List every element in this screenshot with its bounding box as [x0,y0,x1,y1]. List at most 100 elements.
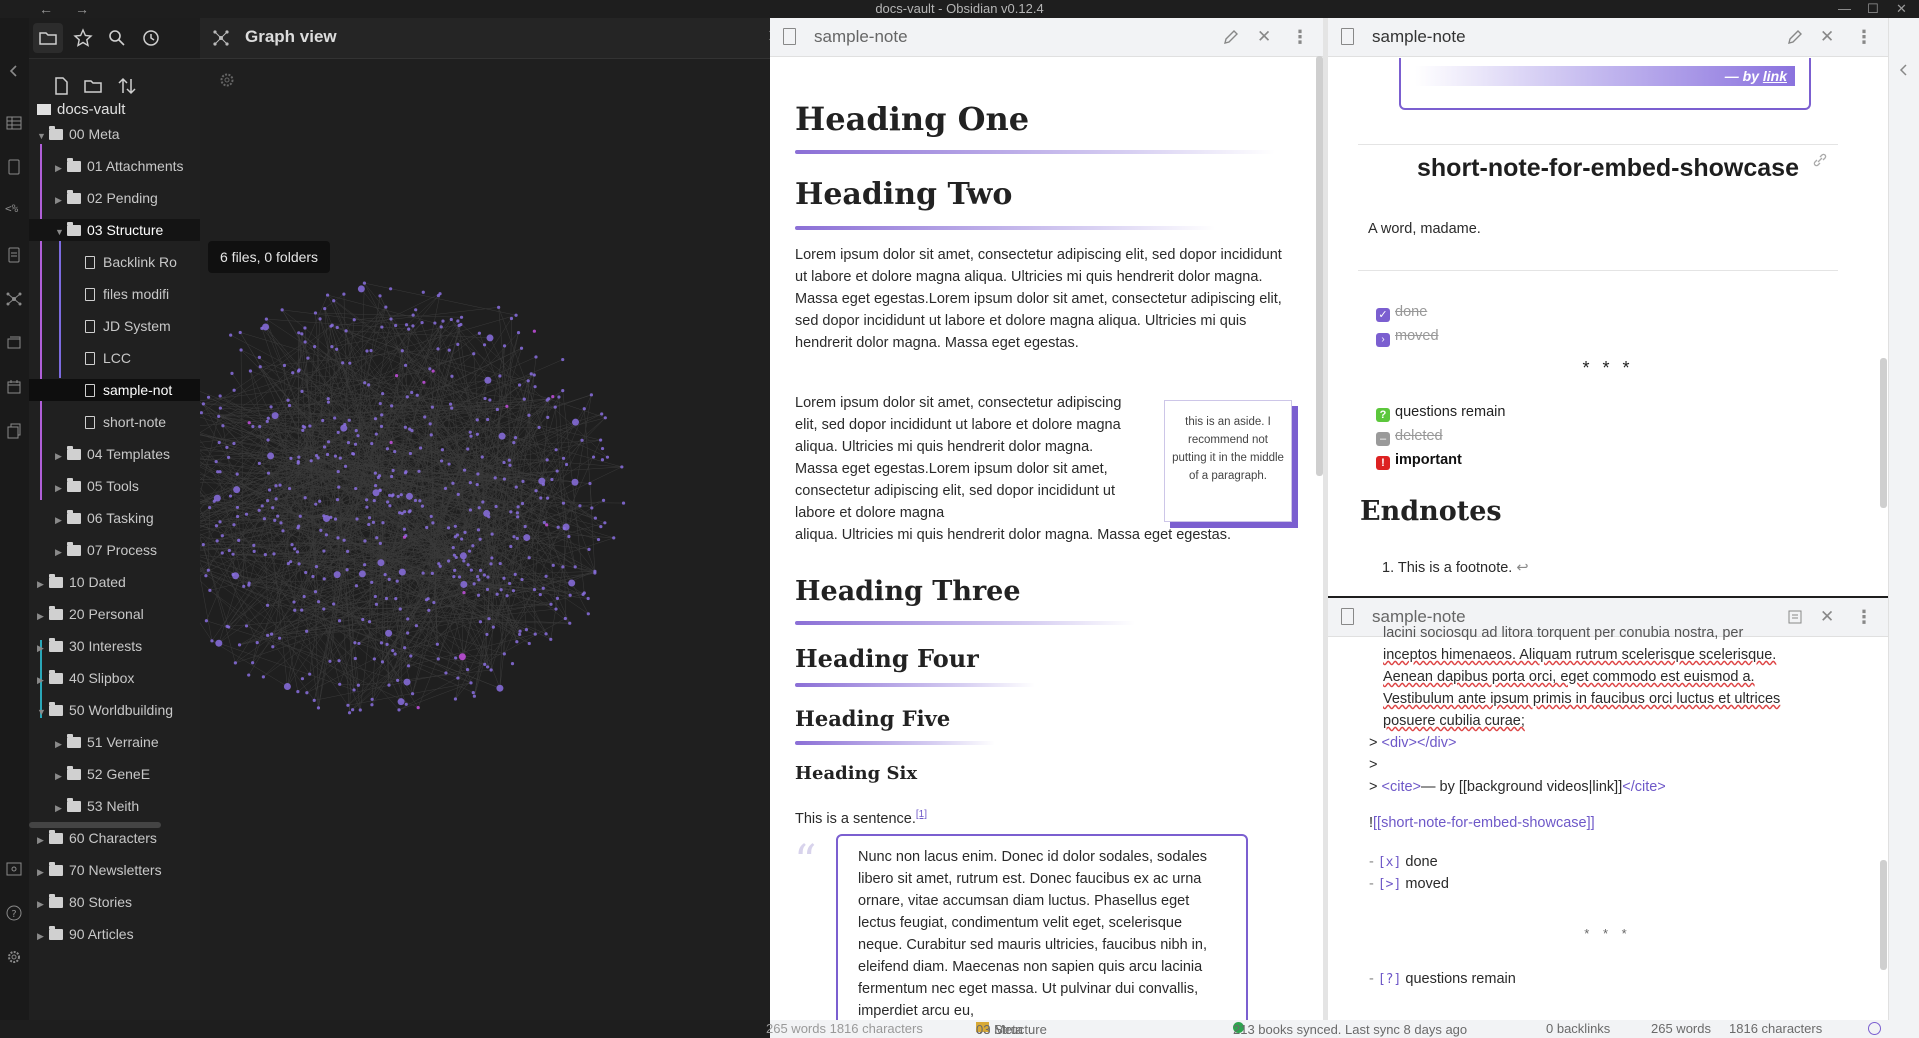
search-icon[interactable] [107,28,127,48]
tree-folder[interactable]: ▶ 70 Newsletters [29,859,200,881]
pane-divider[interactable] [1323,18,1328,1020]
new-note-icon[interactable] [51,76,71,96]
footnote-ref-link[interactable]: [1] [916,809,927,820]
chevron-right-icon[interactable]: ▶ [55,157,67,177]
cite-link[interactable]: link [1763,68,1787,84]
checkbox-question-icon[interactable]: ? [1376,408,1390,422]
minimize-icon[interactable]: — [1838,0,1851,18]
chevron-right-icon[interactable]: ▶ [37,925,49,945]
new-folder-icon[interactable] [83,76,103,96]
source-blank-quote[interactable]: > [1369,754,1377,776]
reading-view-icon[interactable] [1786,608,1804,626]
backlinks-count[interactable]: 0 backlinks [1546,1021,1610,1036]
star-icon[interactable] [73,28,93,48]
chevron-right-icon[interactable]: ▶ [37,573,49,593]
source-line-1[interactable]: lacini sociosqu ad litora torquent per c… [1383,622,1743,644]
tree-file[interactable]: JD System [29,315,200,337]
source-task-moved[interactable]: - [>] moved [1369,873,1449,896]
tree-folder[interactable]: ▶ 52 GeneE [29,763,200,785]
collapse-left-icon[interactable] [5,62,23,80]
tree-folder[interactable]: ▶ 10 Dated [29,571,200,593]
chevron-right-icon[interactable]: ▶ [55,445,67,465]
close-pane-icon[interactable]: ✕ [1820,28,1838,46]
tree-folder[interactable]: ▶ 80 Stories [29,891,200,913]
close-window-icon[interactable]: ✕ [1896,0,1907,18]
graph-view[interactable] [200,18,770,1020]
chevron-right-icon[interactable]: ▶ [37,605,49,625]
help-icon[interactable]: ? [5,904,23,922]
chevron-right-icon[interactable]: ▶ [37,669,49,689]
tree-folder[interactable]: ▶ 07 Process [29,539,200,561]
tree-folder[interactable]: ▶ 06 Tasking [29,507,200,529]
task-important[interactable]: ! important [1376,448,1505,472]
copy-icon[interactable] [5,422,23,440]
chevron-right-icon[interactable]: ▶ [55,733,67,753]
right-bottom-scrollbar[interactable] [1880,860,1887,970]
source-line-2[interactable]: inceptos himenaeos. Aliquam rutrum scele… [1383,644,1776,666]
source-div-line[interactable]: > <div></div> [1369,732,1456,754]
tree-file[interactable]: files modifi [29,283,200,305]
vault-root[interactable]: docs-vault [37,99,125,121]
checkbox-moved-icon[interactable]: › [1376,333,1390,347]
source-task-question[interactable]: - [?] questions remain [1369,968,1516,991]
recent-clock-icon[interactable] [141,28,161,48]
source-line-4[interactable]: Vestibulum ante ipsum primis in faucibus… [1383,688,1780,710]
settings-gear-icon[interactable] [5,948,23,966]
chevron-down-icon[interactable]: ▼ [37,125,49,145]
pane-more-options-icon[interactable]: ⋮ [1291,28,1309,46]
tree-folder[interactable]: ▶ 40 Slipbox [29,667,200,689]
tree-folder[interactable]: ▶ 60 Characters [29,827,200,849]
embed-link-icon[interactable] [1812,152,1828,168]
page-icon[interactable] [5,158,23,176]
task-question[interactable]: ? questions remain [1376,400,1505,424]
chevron-right-icon[interactable]: ▶ [55,541,67,561]
tree-folder[interactable]: ▶ 01 Attachments [29,155,200,177]
collapse-right-icon[interactable] [1896,62,1912,78]
pane-more-options-icon[interactable]: ⋮ [1855,608,1873,626]
tree-folder[interactable]: ▶ 51 Verraine [29,731,200,753]
template-code-icon[interactable]: <% [5,202,23,220]
tree-folder[interactable]: ▶ 04 Templates [29,443,200,465]
tree-folder[interactable]: ▶ 30 Interests [29,635,200,657]
chevron-right-icon[interactable]: ▶ [55,477,67,497]
checkbox-important-icon[interactable]: ! [1376,456,1390,470]
document-list-icon[interactable] [5,246,23,264]
chevron-right-icon[interactable]: ▶ [55,509,67,529]
sort-icon[interactable] [117,76,137,96]
checkbox-deleted-icon[interactable]: – [1376,432,1390,446]
source-cite-line[interactable]: > <cite>— by [[background videos|link]]<… [1369,776,1666,798]
tree-folder[interactable]: ▶ 05 Tools [29,475,200,497]
pane-more-options-icon[interactable]: ⋮ [1855,28,1873,46]
chevron-right-icon[interactable]: ▶ [37,893,49,913]
maximize-icon[interactable]: ☐ [1867,0,1879,18]
tree-folder[interactable]: ▼ 03 Structure [29,219,200,241]
tree-file[interactable]: LCC [29,347,200,369]
cards-icon[interactable] [5,334,23,352]
tree-file[interactable]: Backlink Ro [29,251,200,273]
sync-indicator-icon[interactable] [1868,1022,1881,1035]
checkbox-done-icon[interactable]: ✓ [1376,308,1390,322]
vault-switch-icon[interactable] [5,860,23,878]
tree-folder[interactable]: ▼ 50 Worldbuilding [29,699,200,721]
graph-canvas[interactable] [200,18,770,1020]
edit-pencil-icon[interactable] [1222,28,1240,46]
tree-folder[interactable]: ▶ 02 Pending [29,187,200,209]
source-line-3[interactable]: Aenean dapibus porta orci, eget commodo … [1383,666,1755,688]
tree-folder[interactable]: ▶ 53 Neith [29,795,200,817]
close-pane-icon[interactable]: ✕ [1257,28,1275,46]
right-top-scrollbar[interactable] [1880,358,1887,508]
chevron-right-icon[interactable]: ▶ [55,189,67,209]
tree-file[interactable]: sample-not [29,379,200,401]
edit-pencil-icon[interactable] [1786,28,1804,46]
tree-folder[interactable]: ▶ 20 Personal [29,603,200,625]
folder-tab-icon[interactable] [38,28,58,48]
task-moved[interactable]: › moved [1376,324,1439,348]
source-task-done[interactable]: - [x] done [1369,851,1438,874]
chevron-right-icon[interactable]: ▶ [37,861,49,881]
calendar-icon[interactable] [5,378,23,396]
graph-icon[interactable] [5,290,23,308]
task-done[interactable]: ✓ done [1376,300,1439,324]
tree-folder[interactable]: ▶ 90 Articles [29,923,200,945]
chevron-down-icon[interactable]: ▼ [55,221,67,241]
footnote-return-icon[interactable]: ↩ [1516,560,1528,576]
